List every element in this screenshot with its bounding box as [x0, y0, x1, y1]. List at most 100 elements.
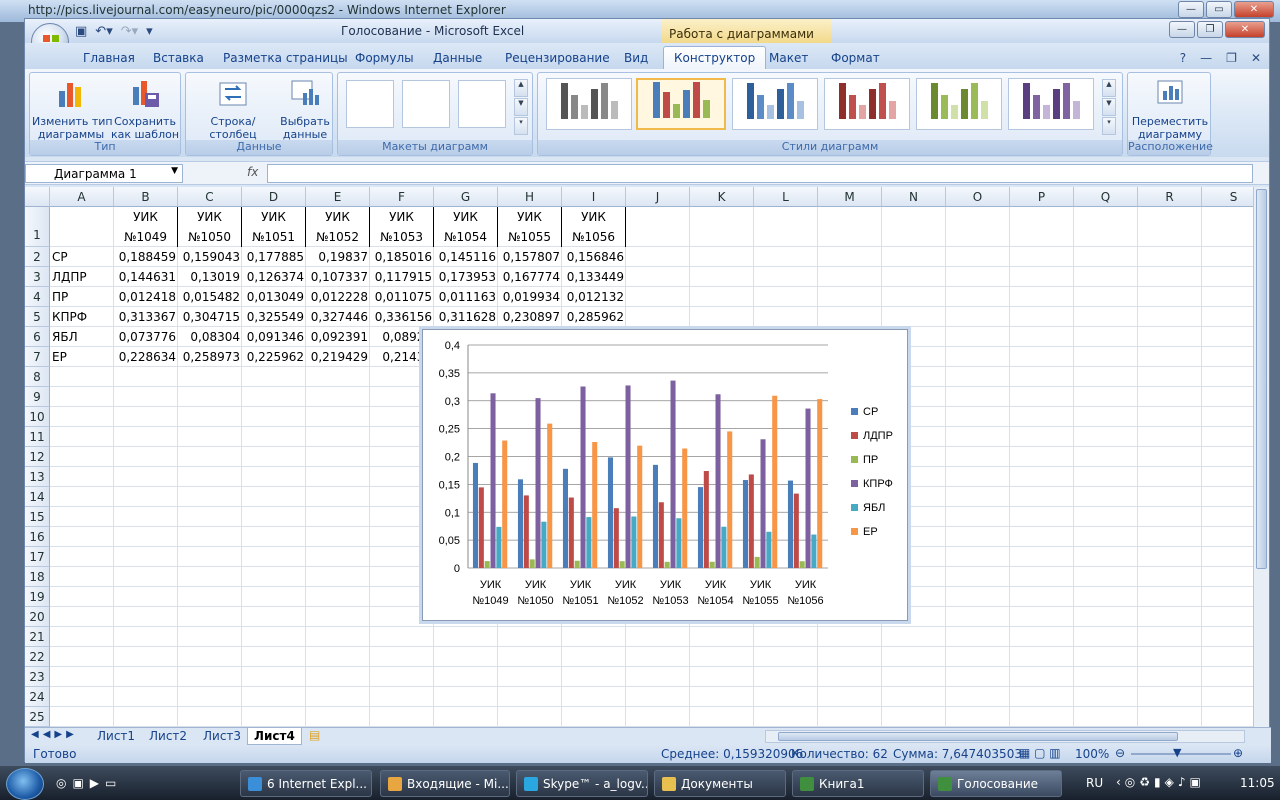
value-cell[interactable]: 0,117915 [370, 267, 434, 287]
value-cell[interactable]: 0,144631 [114, 267, 178, 287]
switch-row-column-button[interactable]: Строка/столбец [188, 77, 278, 141]
value-cell[interactable]: 0,304715 [178, 307, 242, 327]
column-header[interactable]: K [690, 187, 754, 207]
column-header[interactable]: C [178, 187, 242, 207]
value-cell[interactable]: 0,188459 [114, 247, 178, 267]
taskbar-item[interactable]: 6 Internet Expl... [240, 770, 372, 797]
row-label-cell[interactable]: ЯБЛ [50, 327, 114, 347]
tab-formulas[interactable]: Формулы [355, 51, 414, 65]
zoom-in-icon[interactable]: ⊕ [1233, 746, 1243, 760]
value-cell[interactable]: 0,011163 [434, 287, 498, 307]
row-header[interactable]: 25 [25, 707, 50, 727]
column-header[interactable]: R [1138, 187, 1202, 207]
horizontal-scroll-thumb[interactable] [778, 732, 1178, 741]
row-header[interactable]: 3 [25, 267, 50, 287]
gallery-up-icon[interactable]: ▲ [514, 79, 528, 97]
view-buttons-icon[interactable]: ▦ ▢ ▥ [1019, 746, 1061, 760]
row-label-cell[interactable]: ЛДПР [50, 267, 114, 287]
taskbar-item[interactable]: Книга1 [792, 770, 924, 797]
row-header[interactable]: 15 [25, 507, 50, 527]
value-cell[interactable]: 0,019934 [498, 287, 562, 307]
start-button[interactable] [6, 768, 44, 800]
tab-data[interactable]: Данные [433, 51, 482, 65]
row-header[interactable]: 17 [25, 547, 50, 567]
row-header[interactable]: 5 [25, 307, 50, 327]
column-header[interactable]: Q [1074, 187, 1138, 207]
taskbar-item[interactable]: Входящие - Mi... [380, 770, 510, 797]
value-cell[interactable]: 0,011075 [370, 287, 434, 307]
chart-style-multicolor[interactable] [636, 78, 726, 130]
value-cell[interactable]: 0,228634 [114, 347, 178, 367]
select-all-corner[interactable] [25, 187, 50, 207]
tab-insert[interactable]: Вставка [153, 51, 204, 65]
row-header[interactable]: 2 [25, 247, 50, 267]
row-label-cell[interactable]: ПР [50, 287, 114, 307]
excel-minimize-button[interactable]: — [1169, 21, 1195, 38]
row-header[interactable]: 6 [25, 327, 50, 347]
chart-style-purple[interactable] [1008, 78, 1094, 130]
language-indicator[interactable]: RU [1086, 776, 1103, 790]
column-header[interactable]: D [242, 187, 306, 207]
chart-layout-2[interactable] [402, 80, 450, 128]
gallery-down-icon[interactable]: ▼ [514, 98, 528, 116]
chart-layout-3[interactable] [458, 80, 506, 128]
help-icon[interactable]: ? [1180, 51, 1186, 65]
row-label-cell[interactable]: КПРФ [50, 307, 114, 327]
row-header[interactable]: 18 [25, 567, 50, 587]
ribbon-restore-icon[interactable]: ❐ [1226, 51, 1237, 65]
value-cell[interactable]: 0,327446 [306, 307, 370, 327]
chart-layout-1[interactable] [346, 80, 394, 128]
chart-style-gray[interactable] [546, 78, 632, 130]
row-header[interactable]: 1 [25, 207, 50, 247]
column-header[interactable]: S [1202, 187, 1253, 207]
column-header[interactable]: A [50, 187, 114, 207]
zoom-level[interactable]: 100% [1075, 747, 1109, 761]
row-header[interactable]: 4 [25, 287, 50, 307]
styles-down-icon[interactable]: ▼ [1102, 98, 1116, 116]
chart-style-blue[interactable] [732, 78, 818, 130]
tab-review[interactable]: Рецензирование [505, 51, 610, 65]
column-label-cell[interactable]: УИК №1056 [562, 207, 626, 247]
column-header[interactable]: M [818, 187, 882, 207]
row-header[interactable]: 14 [25, 487, 50, 507]
chart-style-red[interactable] [824, 78, 910, 130]
save-icon[interactable]: ▣ [75, 24, 87, 39]
styles-more-icon[interactable]: ▾ [1102, 117, 1116, 135]
value-cell[interactable]: 0,156846 [562, 247, 626, 267]
row-label-cell[interactable]: ЕР [50, 347, 114, 367]
zoom-slider-thumb[interactable]: ▼ [1173, 746, 1181, 759]
value-cell[interactable]: 0,013049 [242, 287, 306, 307]
insert-function-icon[interactable]: fx [247, 165, 258, 179]
row-header[interactable]: 10 [25, 407, 50, 427]
value-cell[interactable]: 0,157807 [498, 247, 562, 267]
change-chart-type-button[interactable]: Изменить тип диаграммы [32, 77, 113, 141]
taskbar-item[interactable]: Голосование [930, 770, 1062, 797]
value-cell[interactable]: 0,336156 [370, 307, 434, 327]
row-header[interactable]: 21 [25, 627, 50, 647]
sheet-tab-4[interactable]: Лист4 [247, 728, 302, 745]
value-cell[interactable]: 0,091346 [242, 327, 306, 347]
ie-close-button[interactable]: ✕ [1234, 1, 1274, 18]
chart-object[interactable]: 0 0,05 0,1 0,15 0,2 0,25 0,3 0,35 0,4 УИК №1049 УИК… [422, 329, 908, 621]
tab-home[interactable]: Главная [83, 51, 135, 65]
column-header[interactable]: B [114, 187, 178, 207]
column-header[interactable]: P [1010, 187, 1074, 207]
row-header[interactable]: 19 [25, 587, 50, 607]
value-cell[interactable]: 0,19837 [306, 247, 370, 267]
worksheet-grid[interactable]: ABCDEFGHIJKLMNOPQRS 1 2 3 4 5 6 7 8 9 10 11 12 13 14 1… [25, 187, 1253, 727]
sheet-tab-2[interactable]: Лист2 [143, 728, 193, 745]
row-header[interactable]: 13 [25, 467, 50, 487]
row-header[interactable]: 22 [25, 647, 50, 667]
value-cell[interactable]: 0,159043 [178, 247, 242, 267]
layouts-gallery-scroll[interactable]: ▲ ▼ ▾ [514, 79, 528, 135]
column-header[interactable]: I [562, 187, 626, 207]
value-cell[interactable]: 0,219429 [306, 347, 370, 367]
tab-design[interactable]: Конструктор [663, 46, 767, 70]
quick-launch-icons[interactable]: ◎▣▶▭ [56, 776, 122, 790]
value-cell[interactable]: 0,012228 [306, 287, 370, 307]
column-header[interactable]: H [498, 187, 562, 207]
value-cell[interactable]: 0,173953 [434, 267, 498, 287]
column-label-cell[interactable]: УИК №1054 [434, 207, 498, 247]
value-cell[interactable]: 0,08304 [178, 327, 242, 347]
horizontal-scrollbar[interactable] [765, 730, 1245, 743]
